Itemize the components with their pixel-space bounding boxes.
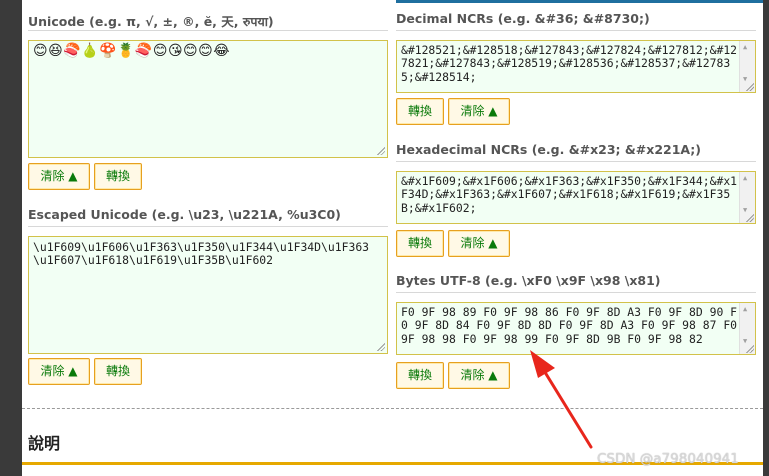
watermark: CSDN @a798040941 <box>597 451 739 467</box>
annotation-arrow-icon <box>530 350 593 449</box>
